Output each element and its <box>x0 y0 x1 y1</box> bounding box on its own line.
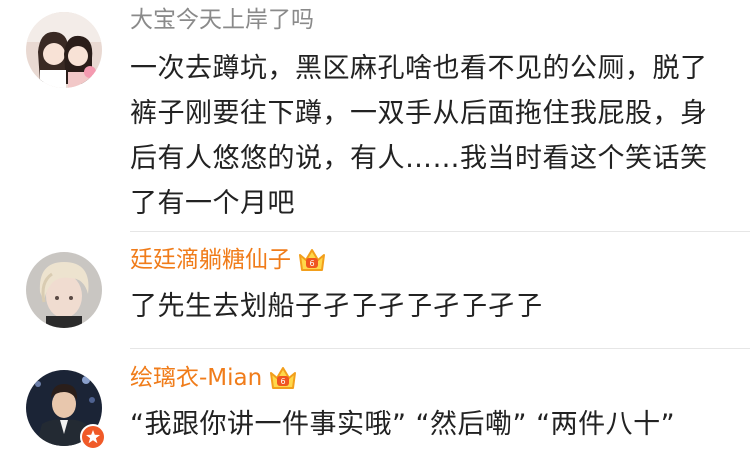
username-label[interactable]: 廷廷滴躺糖仙子 <box>130 246 291 274</box>
comment-item: 大宝今天上岸了吗 一次去蹲坑，黑区麻孔啥也看不见的公厕，脱了裤子刚要往下蹲，一双… <box>0 0 750 232</box>
comment-username[interactable]: 廷廷滴躺糖仙子 6 <box>130 246 327 274</box>
crown-vip-icon: 6 <box>270 367 297 389</box>
crown-vip-icon: 6 <box>299 249 325 271</box>
svg-text:6: 6 <box>281 377 286 386</box>
username-label[interactable]: 绘璃衣-Mian <box>130 364 262 392</box>
comment-text: “我跟你讲一件事实哦” “然后嘞” “两件八十” <box>130 409 676 440</box>
comment-text: 一次去蹲坑，黑区麻孔啥也看不见的公厕，脱了裤子刚要往下蹲，一双手从后面拖住我屁股… <box>130 53 708 219</box>
avatar[interactable] <box>26 252 102 328</box>
svg-text:6: 6 <box>309 259 314 268</box>
divider <box>130 348 750 349</box>
comment-username[interactable]: 绘璃衣-Mian 6 <box>130 364 298 392</box>
verified-star-icon <box>80 424 106 450</box>
comment-text: 了先生去划船子孑孒孑孒孑孒孑孒 <box>130 291 543 322</box>
comment-list: 大宝今天上岸了吗 一次去蹲坑，黑区麻孔啥也看不见的公厕，脱了裤子刚要往下蹲，一双… <box>0 0 750 471</box>
comment-username[interactable]: 大宝今天上岸了吗 <box>130 6 314 34</box>
avatar[interactable] <box>26 12 102 88</box>
avatar-blond-boy-icon <box>26 252 102 328</box>
comment-item: 廷廷滴躺糖仙子 6 了先生去划船子孑孒孑孒孑孒孑孒 <box>0 232 750 350</box>
comment-item: 绘璃衣-Mian 6 “我跟你讲一件事实哦” “然后嘞” “两件八十” <box>0 350 750 471</box>
avatar-two-girls-icon <box>26 12 102 88</box>
